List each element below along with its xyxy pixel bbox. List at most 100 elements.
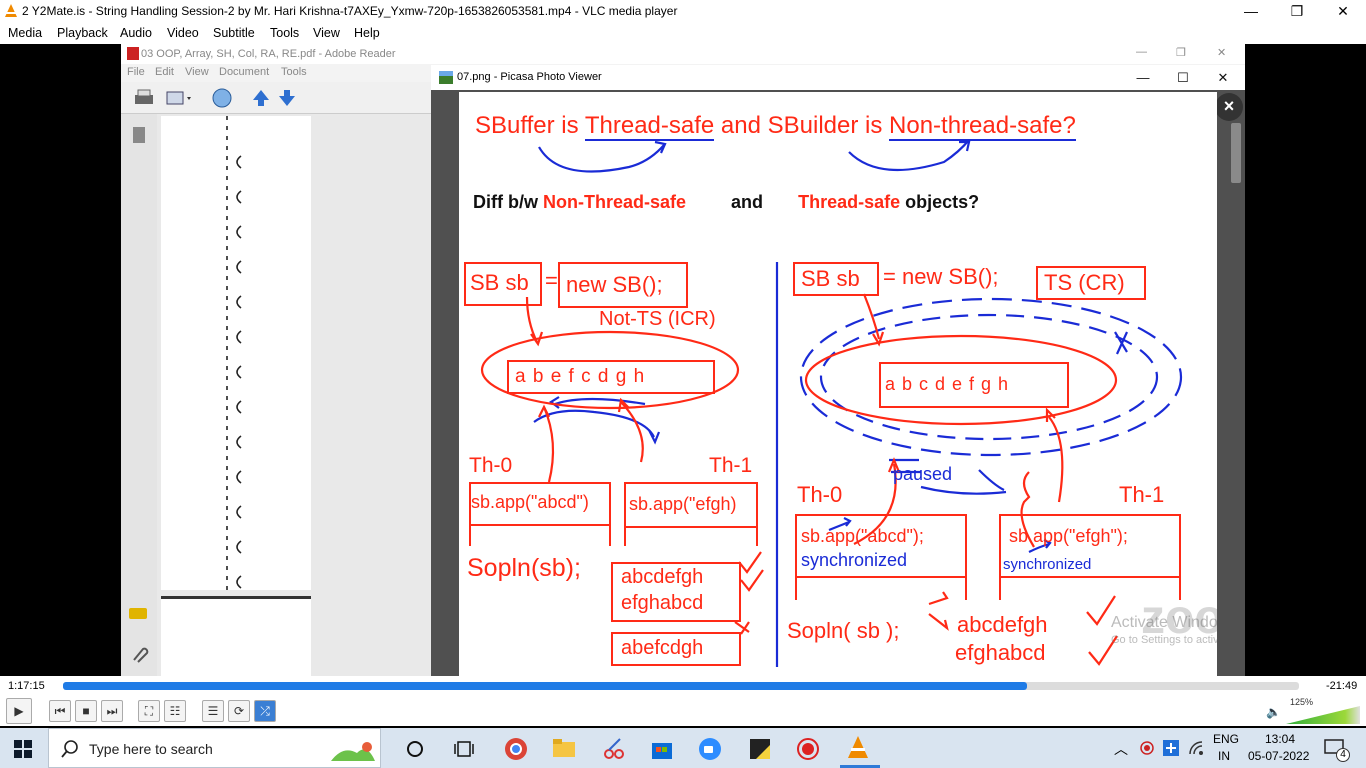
plus-tray-icon[interactable]	[1163, 740, 1179, 756]
reader-title: 03 OOP, Array, SH, Col, RA, RE.pdf - Ado…	[141, 48, 396, 60]
time-elapsed: 1:17:15	[8, 680, 45, 692]
clock-time[interactable]: 13:04	[1265, 732, 1295, 746]
viewer-close-icon[interactable]: ×	[1215, 93, 1243, 121]
fullscreen-icon[interactable]: ⛶	[138, 700, 160, 722]
right-app0: sb.app("abcd");	[801, 526, 924, 546]
left-sopln: Sopln(sb);	[467, 554, 581, 582]
zoom-app-icon[interactable]	[698, 737, 722, 761]
picasa-minimize-button[interactable]: —	[1123, 67, 1163, 89]
taskbar-search-box[interactable]: Type here to search	[48, 728, 381, 768]
reader-menu-view: View	[185, 66, 209, 78]
notification-count: 4	[1336, 748, 1350, 762]
file-explorer-icon[interactable]	[552, 737, 576, 759]
search-icon	[61, 740, 78, 758]
search-highlight-icon	[331, 742, 375, 761]
task-view-icon[interactable]	[454, 740, 474, 758]
left-new-box: new SB();	[558, 262, 688, 308]
right-ts-box: TS (CR)	[1036, 266, 1146, 300]
video-frame[interactable]: 03 OOP, Array, SH, Col, RA, RE.pdf - Ado…	[0, 44, 1366, 676]
print-icon	[135, 89, 153, 104]
left-equals: =	[545, 268, 558, 293]
picasa-maximize-button[interactable]: ☐	[1163, 67, 1203, 89]
menu-tools[interactable]: Tools	[270, 26, 299, 40]
right-app0-box: sb.app("abcd"); synchronized	[795, 514, 967, 600]
loop-icon[interactable]: ⟳	[228, 700, 250, 722]
picasa-image-icon	[439, 71, 453, 84]
right-app1-underline	[1001, 576, 1181, 578]
volume-label: 125%	[1290, 697, 1314, 707]
left-th0: Th-0	[469, 454, 513, 477]
restore-button[interactable]: ❐	[1274, 0, 1320, 23]
menu-media[interactable]: Media	[8, 26, 42, 40]
lecture-slide: SBuffer is Thread-safe and SBuilder is N…	[459, 92, 1217, 676]
page-up-icon	[253, 90, 269, 106]
clock-date[interactable]: 05-07-2022	[1248, 749, 1309, 763]
play-icon[interactable]: ▶	[6, 698, 32, 724]
minimize-button[interactable]: —	[1228, 0, 1274, 23]
picasa-title: 07.png - Picasa Photo Viewer	[457, 71, 602, 83]
next-icon[interactable]: ⏭	[101, 700, 123, 722]
store-icon[interactable]	[650, 737, 674, 761]
right-th1: Th-1	[1119, 482, 1165, 507]
left-app1-underline	[624, 526, 758, 528]
reader-title-bar: 03 OOP, Array, SH, Col, RA, RE.pdf - Ado…	[121, 44, 1245, 64]
shuffle-icon[interactable]: ⤮	[254, 700, 276, 722]
right-sb-box: SB sb	[793, 262, 879, 296]
time-remaining[interactable]: -21:49	[1326, 680, 1357, 692]
seek-progress	[63, 682, 1028, 690]
chrome-icon[interactable]	[504, 737, 528, 761]
playlist-icon[interactable]: ☰	[202, 700, 224, 722]
extended-settings-icon[interactable]: ☷	[164, 700, 186, 722]
prev-icon[interactable]: ⏮	[49, 700, 71, 722]
window-title: 2 Y2Mate.is - String Handling Session-2 …	[22, 4, 678, 18]
picasa-close-button[interactable]: ✕	[1203, 67, 1243, 89]
viewer-scroll-thumb[interactable]	[1231, 123, 1241, 183]
cortana-icon[interactable]	[406, 740, 424, 758]
right-th0: Th-0	[797, 482, 843, 507]
reader-side-panel	[121, 114, 157, 676]
right-app0-underline	[797, 576, 967, 578]
page-down-icon	[279, 90, 295, 106]
pdf-page-next	[161, 596, 311, 676]
vlc-cone-icon	[5, 4, 17, 17]
right-new: = new SB();	[883, 264, 999, 289]
left-note: Not-TS (ICR)	[599, 308, 716, 330]
reader-minimize-icon: —	[1136, 46, 1147, 58]
reader-close-icon: ✕	[1217, 47, 1227, 59]
right-paused: paused	[893, 464, 953, 484]
tray-chevron-icon[interactable]: ︿	[1114, 739, 1128, 759]
adobe-reader-window: 03 OOP, Array, SH, Col, RA, RE.pdf - Ado…	[121, 44, 1245, 676]
close-button[interactable]: ✕	[1320, 0, 1366, 23]
speaker-icon[interactable]: 🔈	[1266, 705, 1281, 719]
menu-help[interactable]: Help	[354, 26, 380, 40]
menu-playback[interactable]: Playback	[57, 26, 108, 40]
windows-start-icon[interactable]	[14, 740, 32, 758]
reader-menu-tools: Tools	[281, 66, 307, 78]
sticky-notes-icon[interactable]	[748, 737, 772, 761]
handwritten-notes	[226, 116, 242, 590]
left-out3: abefcdgh	[611, 632, 741, 666]
right-out1: abcdefgh	[957, 612, 1048, 637]
right-app1: sb.app("efgh");	[1009, 526, 1128, 546]
search-placeholder: Type here to search	[89, 741, 213, 757]
comments-icon	[129, 608, 147, 619]
stop-icon[interactable]: ■	[75, 700, 97, 722]
attachment-icon	[133, 647, 149, 663]
wifi-icon[interactable]	[1188, 740, 1204, 756]
volume-slider[interactable]	[1286, 706, 1360, 724]
recording-tray-icon[interactable]	[1140, 741, 1154, 755]
snipping-tool-icon[interactable]	[602, 737, 626, 761]
vlc-taskbar-icon[interactable]	[846, 735, 870, 761]
menu-video[interactable]: Video	[167, 26, 199, 40]
globe-icon	[212, 88, 232, 108]
menu-subtitle[interactable]: Subtitle	[213, 26, 255, 40]
record-icon[interactable]	[796, 737, 820, 761]
pdf-page	[161, 116, 311, 590]
menu-view[interactable]: View	[313, 26, 340, 40]
region-code[interactable]: IN	[1218, 749, 1230, 763]
pages-icon	[133, 127, 145, 143]
reader-restore-icon: ❐	[1176, 47, 1186, 59]
menu-audio[interactable]: Audio	[120, 26, 152, 40]
seek-slider[interactable]	[63, 682, 1299, 690]
language-code[interactable]: ENG	[1213, 732, 1239, 746]
